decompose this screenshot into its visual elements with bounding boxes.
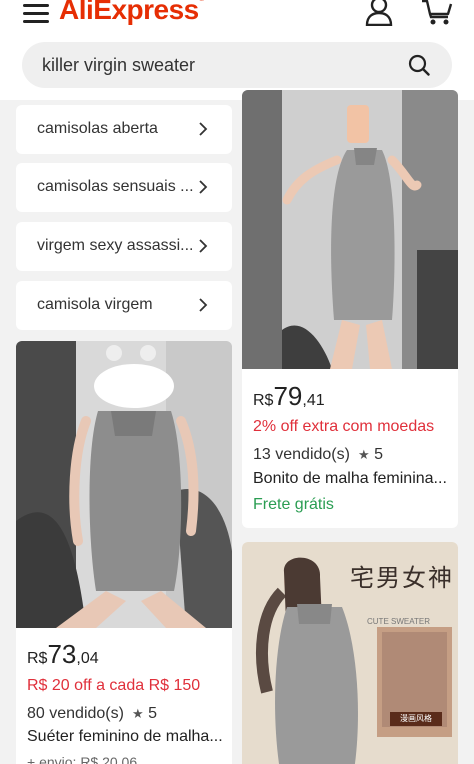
chevron-right-icon bbox=[199, 180, 208, 194]
suggestion-virgem-sexy[interactable]: virgem sexy assassi... bbox=[16, 222, 232, 271]
suggestion-label: camisolas sensuais ... bbox=[37, 178, 194, 195]
product-price: R$73,04 bbox=[27, 639, 99, 669]
app-header: AliExpress® killer virgin sweater bbox=[0, 0, 474, 100]
suggestion-camisola-virgem[interactable]: camisola virgem bbox=[16, 281, 232, 330]
search-icon[interactable] bbox=[408, 54, 430, 76]
search-bar[interactable]: killer virgin sweater bbox=[22, 42, 452, 88]
hamburger-menu-icon[interactable] bbox=[23, 2, 51, 24]
rating-value: 5 bbox=[148, 705, 157, 722]
product-title[interactable]: Suéter feminino de malha... bbox=[27, 728, 223, 746]
banner-chinese-text: 宅男女神 bbox=[350, 564, 454, 592]
cart-icon[interactable] bbox=[420, 0, 454, 26]
promo-text: 2% off extra com moedas bbox=[253, 418, 435, 435]
product-price: R$79,41 bbox=[253, 381, 325, 411]
chevron-right-icon bbox=[199, 298, 208, 312]
product-card[interactable]: R$79,41 2% off extra com moedas 13 vendi… bbox=[242, 90, 458, 528]
rating-value: 5 bbox=[374, 446, 383, 463]
chevron-right-icon bbox=[199, 239, 208, 253]
suggestion-camisolas-sensuais[interactable]: camisolas sensuais ... bbox=[16, 163, 232, 212]
product-card[interactable]: 宅男女神 CUTE SWEATER 漫画风格 bbox=[242, 542, 458, 764]
search-input[interactable]: killer virgin sweater bbox=[42, 55, 195, 76]
product-title[interactable]: Bonito de malha feminina... bbox=[253, 470, 449, 488]
star-icon: ★ bbox=[131, 706, 144, 721]
aliexpress-logo[interactable]: AliExpress® bbox=[59, 0, 205, 26]
suggestion-camisolas-aberta[interactable]: camisolas aberta bbox=[16, 105, 232, 154]
shipping-cost: + envio: R$ 20,06 bbox=[27, 754, 138, 764]
product-card[interactable]: R$73,04 R$ 20 off a cada R$ 150 80 vendi… bbox=[16, 341, 232, 764]
sold-count: 13 vendido(s) ★ 5 bbox=[253, 446, 383, 463]
banner-english-text: CUTE SWEATER bbox=[367, 617, 430, 626]
badge: 漫画风格 bbox=[390, 712, 442, 726]
chevron-right-icon bbox=[199, 122, 208, 136]
suggestion-label: virgem sexy assassi... bbox=[37, 237, 194, 254]
star-icon: ★ bbox=[357, 447, 370, 462]
promo-text: R$ 20 off a cada R$ 150 bbox=[27, 677, 201, 694]
product-image[interactable] bbox=[16, 341, 232, 628]
suggestion-label: camisola virgem bbox=[37, 296, 153, 313]
free-shipping: Frete grátis bbox=[253, 496, 334, 513]
suggestion-label: camisolas aberta bbox=[37, 120, 158, 137]
user-icon[interactable] bbox=[364, 0, 394, 26]
product-image[interactable] bbox=[242, 90, 458, 369]
sold-count: 80 vendido(s) ★ 5 bbox=[27, 705, 157, 722]
